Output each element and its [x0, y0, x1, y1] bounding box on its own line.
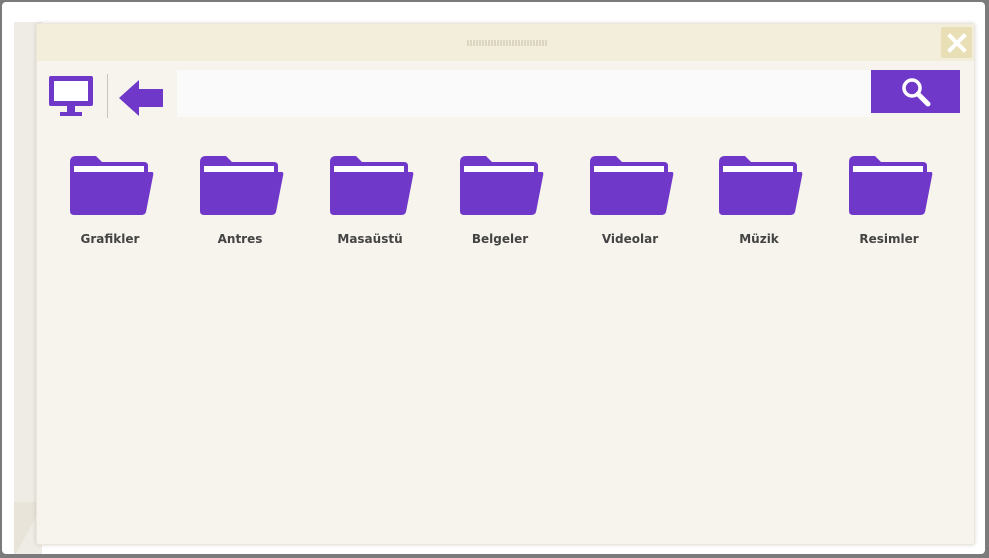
folder-grafikler[interactable]: Grafikler	[55, 152, 165, 262]
folder-icon	[590, 156, 674, 215]
search-input[interactable]	[177, 70, 871, 117]
back-arrow-icon	[119, 80, 163, 116]
folder-grid: Grafikler Antres Masaüstü Belgeler Video…	[37, 152, 974, 272]
folder-belgeler[interactable]: Belgeler	[445, 152, 555, 262]
back-button[interactable]	[117, 78, 165, 118]
search-icon	[901, 77, 930, 106]
search-button[interactable]	[871, 70, 960, 113]
folder-icon	[200, 156, 284, 215]
file-browser-window: Grafikler Antres Masaüstü Belgeler Video…	[36, 23, 975, 545]
monitor-icon	[49, 76, 93, 116]
folder-masaustu[interactable]: Masaüstü	[315, 152, 425, 262]
folder-icon	[330, 156, 414, 215]
folder-label: Masaüstü	[337, 232, 403, 246]
folder-icon	[460, 156, 544, 215]
toolbar-divider	[107, 74, 108, 118]
window-titlebar[interactable]	[37, 24, 974, 61]
folder-icon	[719, 156, 803, 215]
screen-frame: Grafikler Antres Masaüstü Belgeler Video…	[2, 2, 985, 554]
folder-label: Grafikler	[80, 232, 140, 246]
folder-label: Müzik	[739, 232, 779, 246]
folder-icon	[70, 156, 154, 215]
folder-antres[interactable]: Antres	[185, 152, 295, 262]
folder-icon	[849, 156, 933, 215]
folder-label: Antres	[217, 232, 263, 246]
close-button[interactable]	[941, 27, 972, 58]
close-icon	[946, 32, 967, 53]
folder-videolar[interactable]: Videolar	[575, 152, 685, 262]
computer-button[interactable]	[47, 74, 97, 120]
drag-grip[interactable]	[467, 40, 547, 46]
folder-muzik[interactable]: Müzik	[704, 152, 814, 262]
folder-resimler[interactable]: Resimler	[834, 152, 944, 262]
folder-label: Resimler	[859, 232, 919, 246]
folder-label: Videolar	[601, 232, 659, 246]
folder-label: Belgeler	[471, 232, 529, 246]
